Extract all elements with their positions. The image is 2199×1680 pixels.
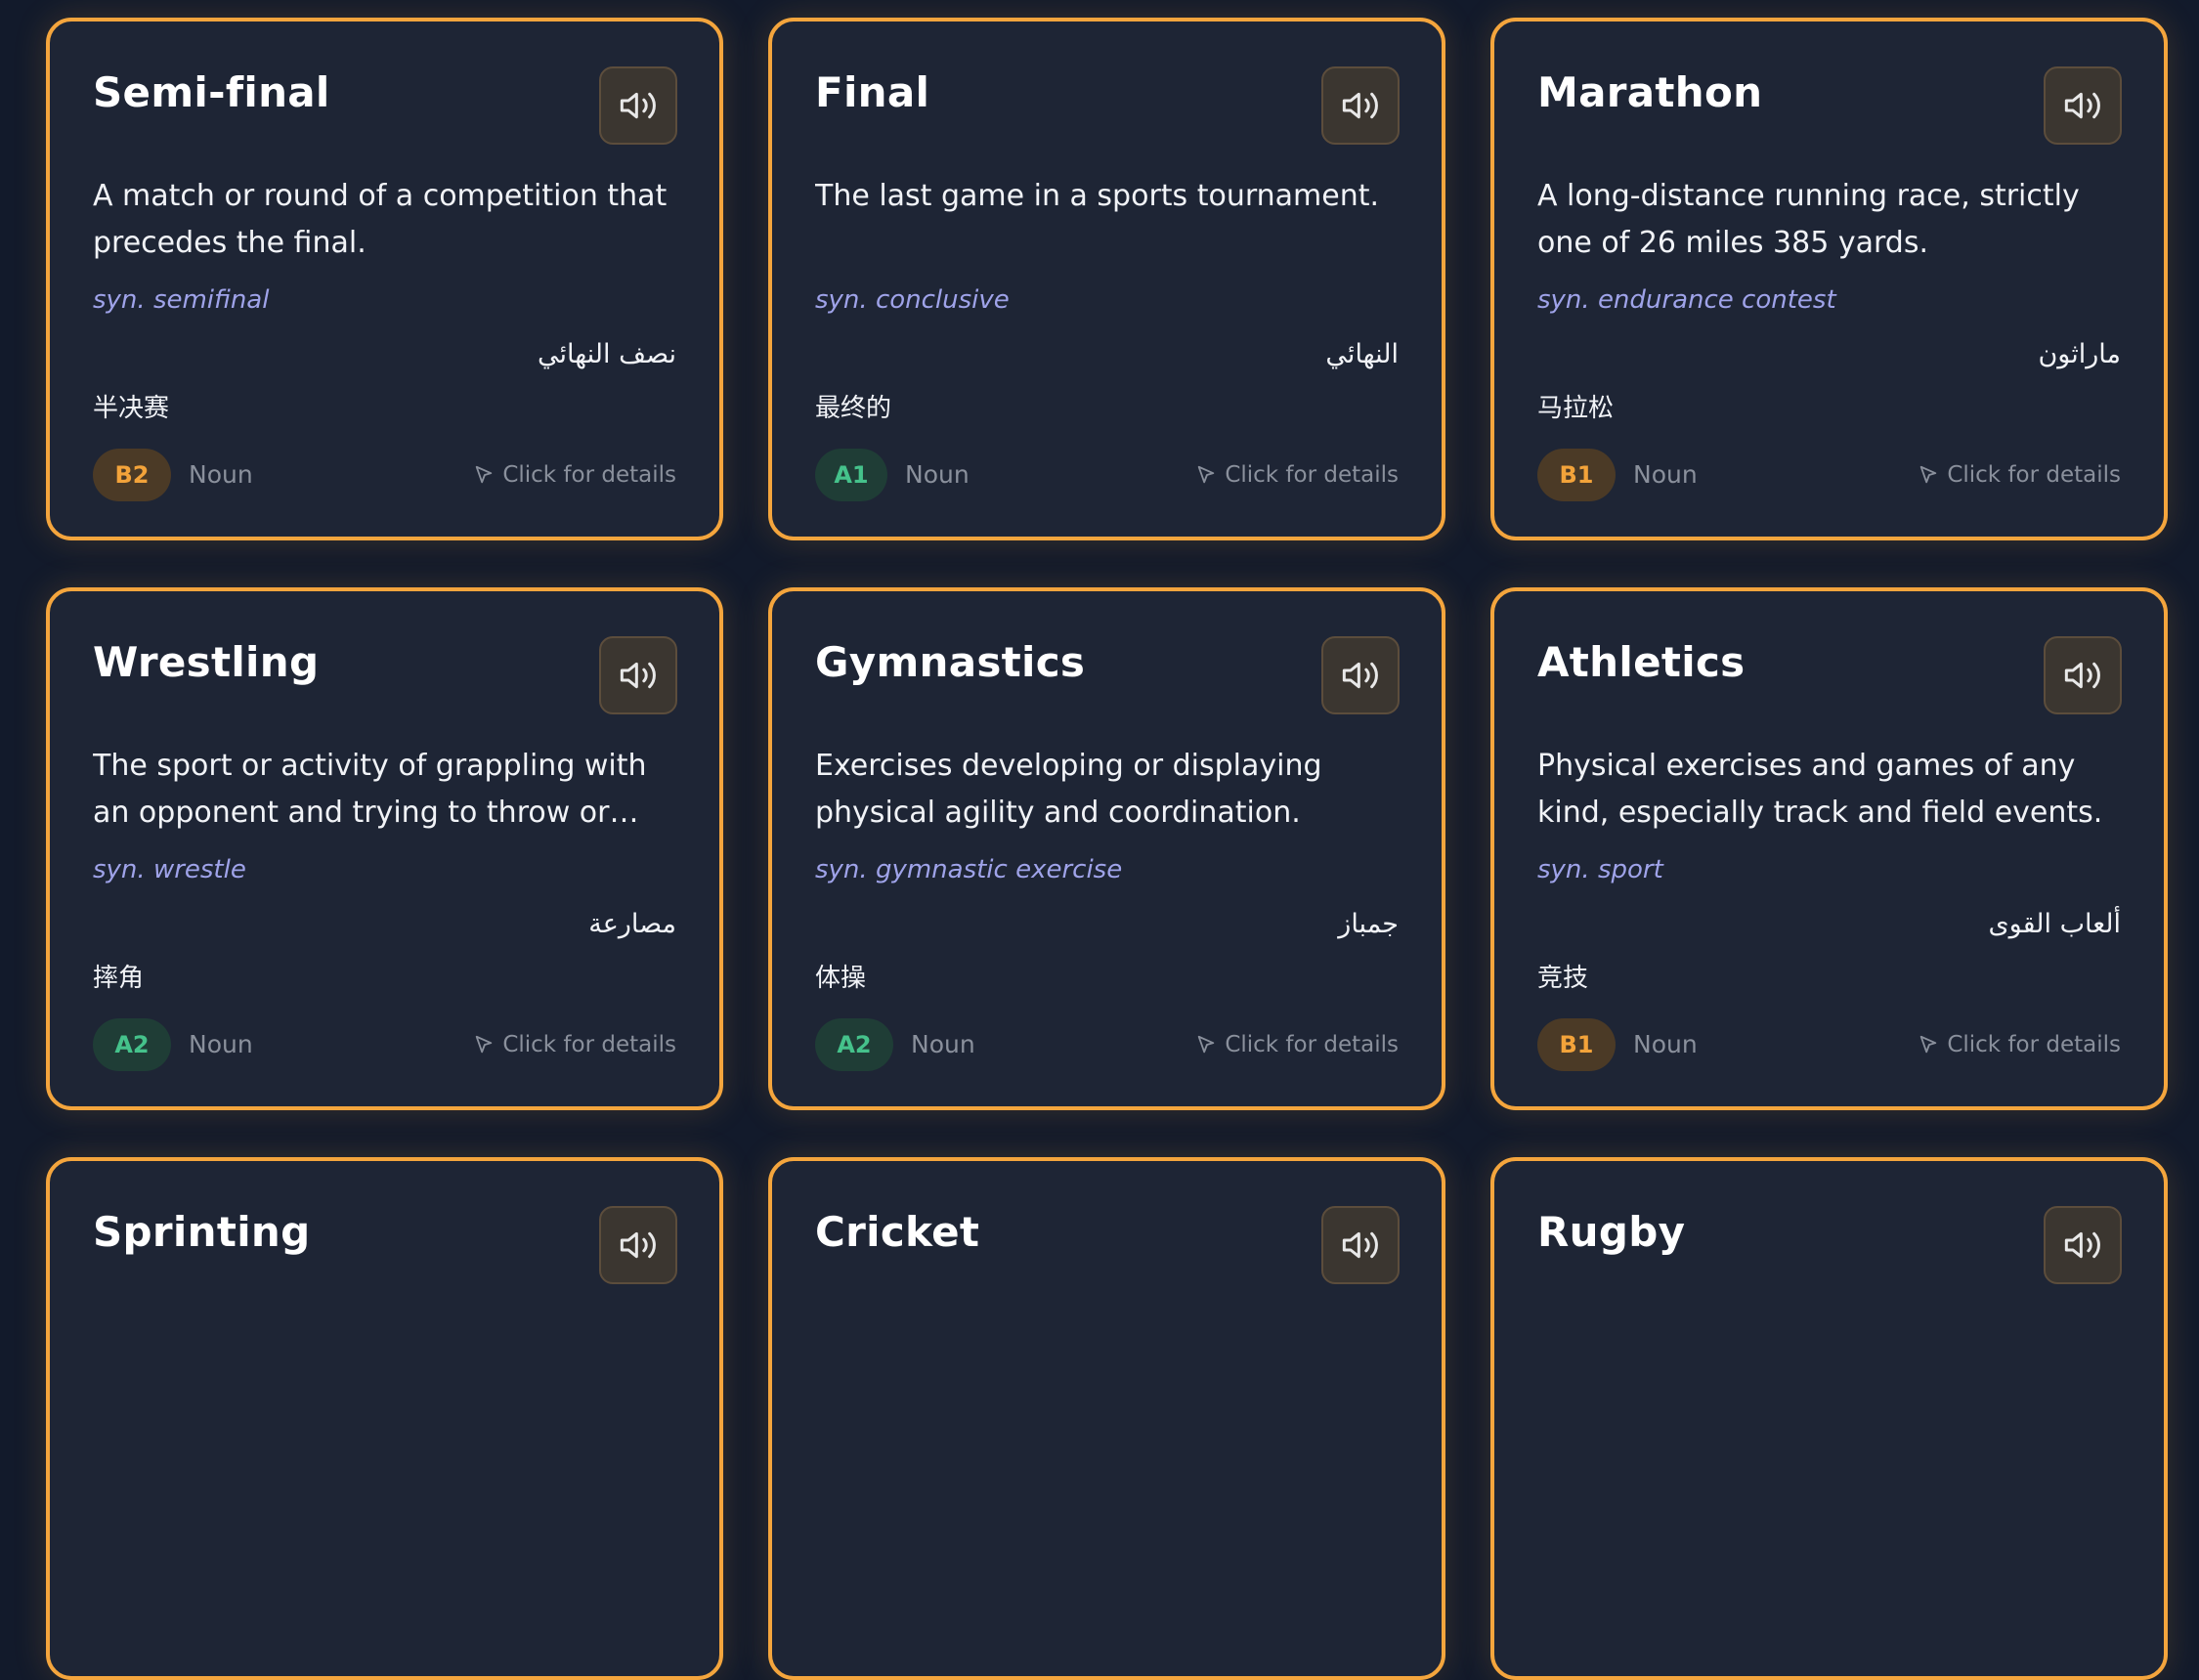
card-chinese-translation: 最终的 — [815, 394, 892, 423]
details-link[interactable]: Click for details — [1195, 1032, 1399, 1057]
card-word: Wrestling — [93, 638, 320, 686]
card-arabic-translation: النهائي — [1325, 339, 1399, 369]
card-word: Sprinting — [93, 1208, 311, 1256]
pronounce-button[interactable] — [1321, 636, 1400, 714]
part-of-speech: Noun — [911, 1030, 975, 1058]
pronounce-button[interactable] — [2044, 66, 2122, 145]
card-arabic-translation: مصارعة — [588, 909, 676, 939]
vocab-card-cricket[interactable]: Cricket — [768, 1157, 1445, 1680]
pronounce-button[interactable] — [1321, 66, 1400, 145]
card-chinese-translation: 体操 — [815, 964, 867, 993]
card-definition: A match or round of a competition that p… — [93, 179, 668, 260]
card-synonym: syn. endurance contest — [1537, 285, 1836, 315]
pronounce-button[interactable] — [599, 636, 677, 714]
card-definition: A long-distance running race, strictly o… — [1537, 179, 2080, 260]
pronounce-button[interactable] — [2044, 636, 2122, 714]
cursor-pointer-icon — [1198, 465, 1215, 484]
part-of-speech: Noun — [189, 460, 253, 489]
speaker-icon — [2064, 662, 2100, 689]
details-label: Click for details — [1225, 1032, 1399, 1057]
speaker-icon — [2064, 1231, 2100, 1259]
details-link[interactable]: Click for details — [1195, 462, 1399, 488]
vocab-card-final[interactable]: Final The last game in a sports tourname… — [768, 18, 1445, 540]
vocabulary-card-grid: Semi-final A match or round of a competi… — [0, 0, 2199, 1680]
details-label: Click for details — [502, 1032, 676, 1057]
card-word: Athletics — [1537, 638, 1746, 686]
part-of-speech: Noun — [1633, 460, 1698, 489]
card-synonym: syn. conclusive — [815, 285, 1010, 315]
card-word: Cricket — [815, 1208, 980, 1256]
vocab-card-sprinting[interactable]: Sprinting — [46, 1157, 723, 1680]
cefr-level-badge: A2 — [815, 1018, 893, 1071]
pronounce-button[interactable] — [2044, 1206, 2122, 1284]
cursor-pointer-icon — [1920, 465, 1937, 484]
cursor-pointer-icon — [476, 465, 493, 484]
cefr-level-badge: B1 — [1537, 449, 1616, 501]
card-word: Marathon — [1537, 68, 1763, 116]
card-definition: The sport or activity of grappling with … — [93, 749, 647, 830]
card-definition: The last game in a sports tournament. — [815, 179, 1380, 213]
card-definition: Physical exercises and games of any kind… — [1537, 749, 2103, 830]
vocab-card-wrestling[interactable]: Wrestling The sport or activity of grapp… — [46, 587, 723, 1110]
card-chinese-translation: 马拉松 — [1537, 394, 1615, 423]
details-link[interactable]: Click for details — [1918, 462, 2121, 488]
speaker-icon — [1342, 662, 1378, 689]
card-arabic-translation: جمباز — [1338, 909, 1399, 939]
card-arabic-translation: ماراثون — [2038, 339, 2121, 369]
cefr-level-badge: B2 — [93, 449, 171, 501]
details-label: Click for details — [1947, 1032, 2121, 1057]
card-definition: Exercises developing or displaying physi… — [815, 749, 1322, 830]
details-link[interactable]: Click for details — [473, 462, 676, 488]
pronounce-button[interactable] — [599, 66, 677, 145]
card-synonym: syn. wrestle — [93, 855, 246, 884]
vocab-card-marathon[interactable]: Marathon A long-distance running race, s… — [1490, 18, 2168, 540]
part-of-speech: Noun — [905, 460, 970, 489]
card-synonym: syn. semifinal — [93, 285, 270, 315]
speaker-icon — [620, 92, 656, 119]
card-chinese-translation: 竞技 — [1537, 964, 1589, 993]
vocab-card-gymnastics[interactable]: Gymnastics Exercises developing or displ… — [768, 587, 1445, 1110]
cefr-level-badge: A1 — [815, 449, 887, 501]
cefr-level-badge: A2 — [93, 1018, 171, 1071]
speaker-icon — [2064, 92, 2100, 119]
vocab-card-rugby[interactable]: Rugby — [1490, 1157, 2168, 1680]
card-word: Final — [815, 68, 930, 116]
details-link[interactable]: Click for details — [473, 1032, 676, 1057]
pronounce-button[interactable] — [1321, 1206, 1400, 1284]
details-link[interactable]: Click for details — [1918, 1032, 2121, 1057]
card-synonym: syn. gymnastic exercise — [815, 855, 1123, 884]
card-word: Gymnastics — [815, 638, 1086, 686]
speaker-icon — [1342, 1231, 1378, 1259]
details-label: Click for details — [1947, 462, 2121, 488]
cursor-pointer-icon — [476, 1035, 493, 1054]
details-label: Click for details — [502, 462, 676, 488]
speaker-icon — [620, 662, 656, 689]
pronounce-button[interactable] — [599, 1206, 677, 1284]
card-arabic-translation: ألعاب القوى — [1988, 909, 2121, 939]
cursor-pointer-icon — [1198, 1035, 1215, 1054]
card-word: Rugby — [1537, 1208, 1686, 1256]
card-chinese-translation: 半决赛 — [93, 394, 170, 423]
card-arabic-translation: نصف النهائي — [537, 339, 676, 369]
speaker-icon — [1342, 92, 1378, 119]
details-label: Click for details — [1225, 462, 1399, 488]
part-of-speech: Noun — [1633, 1030, 1698, 1058]
part-of-speech: Noun — [189, 1030, 253, 1058]
cefr-level-badge: B1 — [1537, 1018, 1616, 1071]
speaker-icon — [620, 1231, 656, 1259]
card-word: Semi-final — [93, 68, 330, 116]
vocab-card-semi-final[interactable]: Semi-final A match or round of a competi… — [46, 18, 723, 540]
cursor-pointer-icon — [1920, 1035, 1937, 1054]
card-chinese-translation: 摔角 — [93, 964, 145, 993]
vocab-card-athletics[interactable]: Athletics Physical exercises and games o… — [1490, 587, 2168, 1110]
card-synonym: syn. sport — [1537, 855, 1663, 884]
